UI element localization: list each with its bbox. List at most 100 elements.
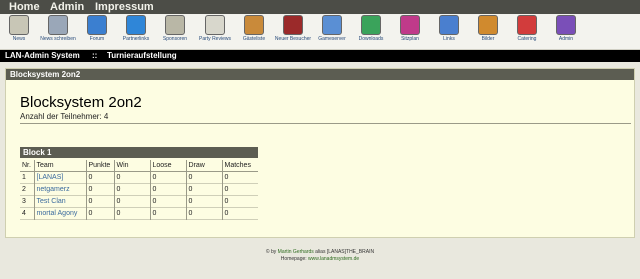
icon-toolbar: News News schreiben Forum Partnerlinks Spons…	[0, 14, 640, 50]
table-row: 3 Test Clan 0 0 0 0 0	[20, 195, 258, 208]
toolbar-item-label: Party Reviews	[199, 36, 231, 42]
cell-nr: 4	[22, 210, 26, 217]
cell-matches: 0	[221, 195, 258, 208]
toolbar-item-label: Catering	[517, 36, 537, 42]
toolbar-item-label: Neuer Besucher	[274, 36, 312, 42]
sponsors-icon	[165, 15, 185, 35]
divider	[20, 123, 631, 124]
breadcrumb-root[interactable]: LAN-Admin System	[5, 50, 80, 62]
menu-home[interactable]: Home	[9, 0, 40, 14]
column-header-nr: Nr.	[20, 160, 34, 172]
cell-nr: 3	[22, 198, 26, 205]
block-header: Block 1	[20, 147, 258, 158]
links-icon	[439, 15, 459, 35]
menu-impressum[interactable]: Impressum	[95, 0, 154, 14]
table-header-row: Nr. Team Punkte Win Loose Draw Matches	[20, 160, 258, 172]
cell-matches: 0	[221, 171, 258, 184]
panel-header: Blocksystem 2on2	[6, 69, 634, 80]
footer-credit-alias: alias [LANAS]THE_BRAIN	[315, 249, 375, 255]
toolbar-item[interactable]: Sponsoren	[153, 15, 197, 42]
column-header-loose: Loose	[149, 160, 186, 172]
toolbar-item[interactable]: Admin	[544, 15, 588, 42]
toolbar-item[interactable]: Gameserver	[310, 15, 354, 42]
cell-loose: 0	[149, 207, 186, 220]
column-header-team: Team	[33, 160, 86, 172]
homepage-link[interactable]: www.lanadmsystem.de	[308, 256, 359, 262]
write-news-icon	[48, 15, 68, 35]
cell-punkte: 0	[85, 183, 114, 196]
cell-draw: 0	[185, 207, 222, 220]
toolbar-item-label: Downloads	[358, 36, 384, 42]
toolbar-item-label: Sitzplan	[401, 36, 419, 42]
toolbar-item-label: Partnerlinks	[122, 36, 150, 42]
cell-nr: 2	[22, 186, 26, 193]
catering-icon	[517, 15, 537, 35]
author-link[interactable]: Martin Gerhards	[278, 249, 314, 255]
toolbar-item-label: News schreiben	[40, 36, 76, 42]
column-header-win: Win	[113, 160, 150, 172]
breadcrumb-separator: ::	[92, 51, 98, 60]
cell-matches: 0	[221, 207, 258, 220]
toolbar-item-label: Sponsoren	[162, 36, 188, 42]
cell-punkte: 0	[85, 171, 114, 184]
toolbar-item[interactable]: Bilder	[466, 15, 510, 42]
pictures-icon	[478, 15, 498, 35]
downloads-icon	[361, 15, 381, 35]
admin-icon	[556, 15, 576, 35]
cell-win: 0	[113, 171, 150, 184]
cell-team: Test Clan	[33, 195, 86, 208]
toolbar-item[interactable]: Sitzplan	[388, 15, 432, 42]
toolbar-item-label: Forum	[89, 36, 105, 42]
cell-loose: 0	[149, 183, 186, 196]
newspaper-icon	[9, 15, 29, 35]
cell-punkte: 0	[85, 207, 114, 220]
toolbar-item[interactable]: News	[0, 15, 41, 42]
cell-win: 0	[113, 207, 150, 220]
cell-loose: 0	[149, 195, 186, 208]
toolbar-item[interactable]: Partnerlinks	[114, 15, 158, 42]
cookie-icon	[244, 15, 264, 35]
toolbar-item[interactable]: Neuer Besucher	[271, 15, 315, 42]
footer: © by Martin Gerhards alias [LANAS]THE_BR…	[0, 249, 640, 263]
cell-draw: 0	[185, 183, 222, 196]
help-icon	[126, 15, 146, 35]
toolbar-item[interactable]: Links	[427, 15, 471, 42]
team-link[interactable]: [LANAS]	[37, 174, 64, 181]
toolbar-item-label: Bilder	[481, 36, 495, 42]
toolbar-item[interactable]: News schreiben	[36, 15, 80, 42]
new-visitor-icon	[283, 15, 303, 35]
footer-homepage-label: Homepage:	[280, 256, 307, 262]
cell-draw: 0	[185, 195, 222, 208]
cell-team: mortal Agony	[33, 207, 86, 220]
top-menu-bar: Home Admin Impressum	[0, 0, 640, 14]
team-link[interactable]: netgamerz	[37, 186, 70, 193]
cell-loose: 0	[149, 171, 186, 184]
column-header-matches: Matches	[221, 160, 258, 172]
footer-credit-prefix: © by	[265, 249, 277, 255]
toolbar-item[interactable]: Catering	[505, 15, 549, 42]
cell-nr: 1	[22, 174, 26, 181]
table-row: 4 mortal Agony 0 0 0 0 0	[20, 207, 258, 220]
content-panel: Blocksystem 2on2 Blocksystem 2on2 Anzahl…	[5, 68, 635, 238]
forum-icon	[87, 15, 107, 35]
page-title: Blocksystem 2on2	[20, 94, 142, 111]
standings-table: Nr. Team Punkte Win Loose Draw Matches 1…	[20, 160, 258, 220]
breadcrumb: LAN-Admin System :: Turnieraufstellung	[0, 50, 640, 62]
team-link[interactable]: Test Clan	[37, 198, 66, 205]
cell-team: netgamerz	[33, 183, 86, 196]
toolbar-item[interactable]: Downloads	[349, 15, 393, 42]
column-header-punkte: Punkte	[85, 160, 114, 172]
toolbar-item-label: Links	[443, 36, 455, 42]
toolbar-item[interactable]: Party Reviews	[193, 15, 237, 42]
column-header-draw: Draw	[185, 160, 222, 172]
cell-matches: 0	[221, 183, 258, 196]
participant-count: Anzahl der Teilnehmer: 4	[20, 112, 109, 121]
toolbar-item[interactable]: Gästeliste	[232, 15, 276, 42]
toolbar-item-label: Gästeliste	[242, 36, 266, 42]
menu-admin[interactable]: Admin	[50, 0, 84, 14]
toolbar-item[interactable]: Forum	[75, 15, 119, 42]
gameserver-icon	[322, 15, 342, 35]
team-link[interactable]: mortal Agony	[37, 210, 78, 217]
cell-team: [LANAS]	[33, 171, 86, 184]
toolbar-item-label: Admin	[558, 36, 574, 42]
